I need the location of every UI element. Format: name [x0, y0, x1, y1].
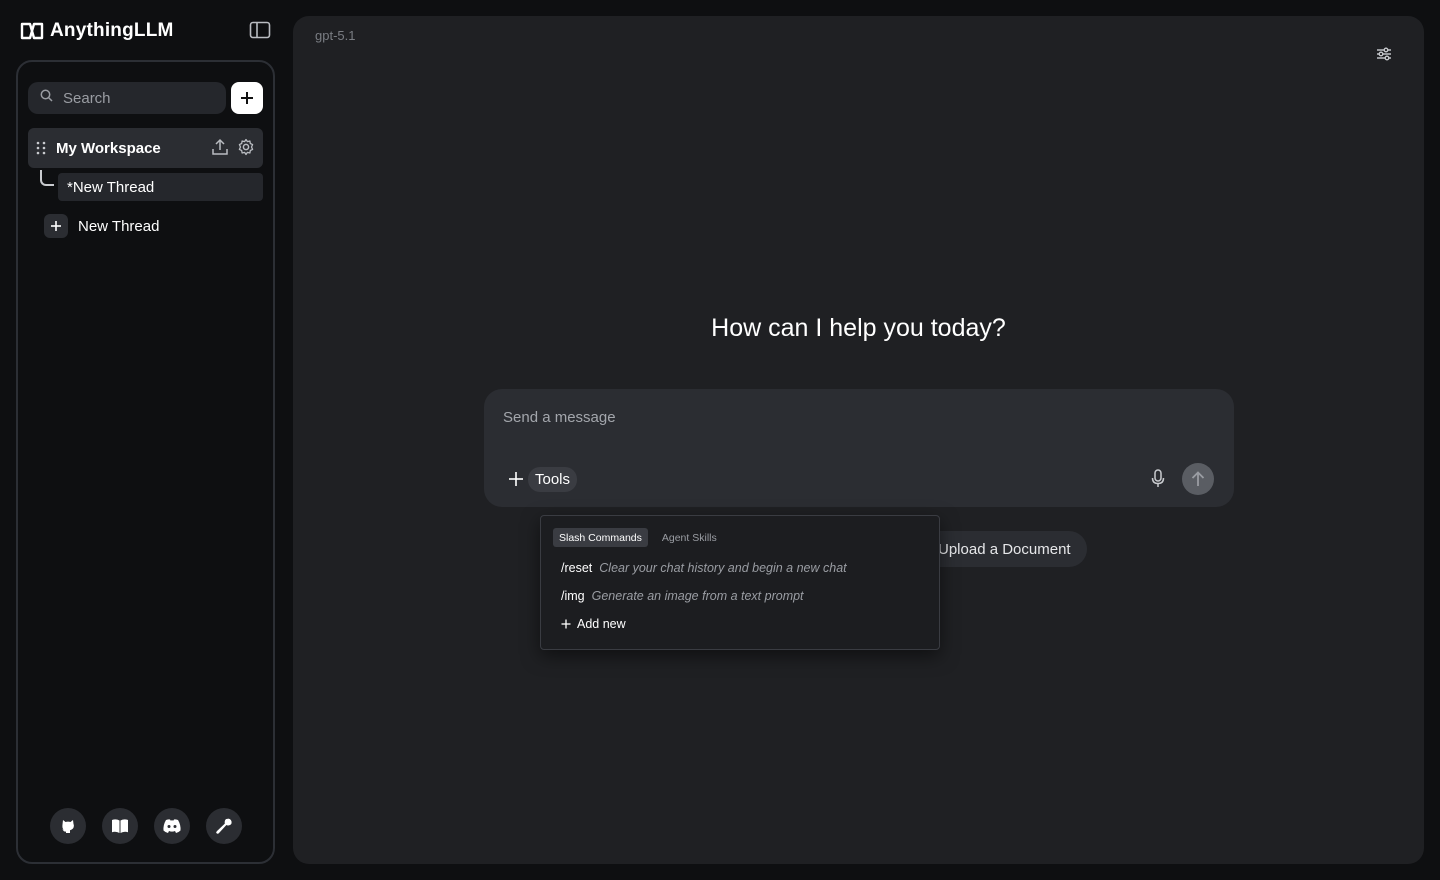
- github-icon[interactable]: [50, 808, 86, 844]
- plus-icon: [561, 619, 571, 629]
- slash-commands-popup: Slash Commands Agent Skills /reset Clear…: [540, 515, 940, 650]
- add-new-label: Add new: [577, 617, 626, 631]
- discord-icon[interactable]: [154, 808, 190, 844]
- brand: AnythingLLM: [20, 18, 174, 44]
- upload-icon[interactable]: [211, 138, 229, 156]
- workspace-name: My Workspace: [56, 139, 161, 157]
- sidebar-toggle-button[interactable]: [247, 18, 273, 42]
- plus-icon: [241, 92, 253, 104]
- app-window: AnythingLLM Search My Workspace *New Thr…: [0, 0, 1440, 880]
- welcome-headline: How can I help you today?: [711, 314, 1006, 342]
- command-img[interactable]: /img Generate an image from a text promp…: [561, 589, 804, 603]
- search-icon: [40, 89, 53, 107]
- add-new-command-button[interactable]: Add new: [561, 617, 626, 631]
- gear-icon[interactable]: [237, 138, 255, 156]
- arrow-up-icon: [1191, 471, 1205, 486]
- anythingllm-logo-icon: [20, 19, 44, 43]
- workspace-item[interactable]: My Workspace: [28, 128, 263, 168]
- tab-slash-commands[interactable]: Slash Commands: [553, 528, 648, 547]
- tab-agent-skills[interactable]: Agent Skills: [656, 528, 723, 547]
- sliders-icon[interactable]: [1374, 44, 1394, 64]
- tools-button[interactable]: Tools: [528, 467, 578, 492]
- new-thread-label: New Thread: [78, 217, 160, 235]
- command-description: Clear your chat history and begin a new …: [599, 561, 847, 575]
- new-thread-button[interactable]: New Thread: [44, 214, 159, 238]
- drag-handle-icon[interactable]: [36, 140, 48, 156]
- command-description: Generate an image from a text prompt: [591, 589, 804, 603]
- sidebar: My Workspace *New Thread: [16, 60, 275, 864]
- command-name: /img: [561, 589, 585, 603]
- thread-connector: [40, 170, 54, 186]
- message-input[interactable]: [503, 409, 1203, 437]
- message-composer: Tools: [484, 389, 1234, 507]
- search-input[interactable]: [63, 89, 213, 107]
- command-reset[interactable]: /reset Clear your chat history and begin…: [561, 561, 847, 575]
- model-name: gpt-5.1: [315, 28, 356, 43]
- wrench-icon[interactable]: [206, 808, 242, 844]
- chat-panel: gpt-5.1 How can I help you today? Tools: [293, 16, 1424, 864]
- send-button[interactable]: [1182, 463, 1214, 495]
- search-box[interactable]: [28, 82, 226, 114]
- thread-item[interactable]: *New Thread: [58, 173, 263, 201]
- command-name: /reset: [561, 561, 593, 575]
- plus-icon: [44, 214, 68, 238]
- book-icon[interactable]: [102, 808, 138, 844]
- sidebar-footer: [50, 808, 242, 844]
- plus-icon[interactable]: [506, 469, 526, 489]
- sidebar-panel-icon: [249, 21, 271, 39]
- microphone-icon[interactable]: [1148, 468, 1168, 490]
- new-workspace-button[interactable]: [231, 82, 263, 114]
- brand-name: AnythingLLM: [50, 20, 174, 41]
